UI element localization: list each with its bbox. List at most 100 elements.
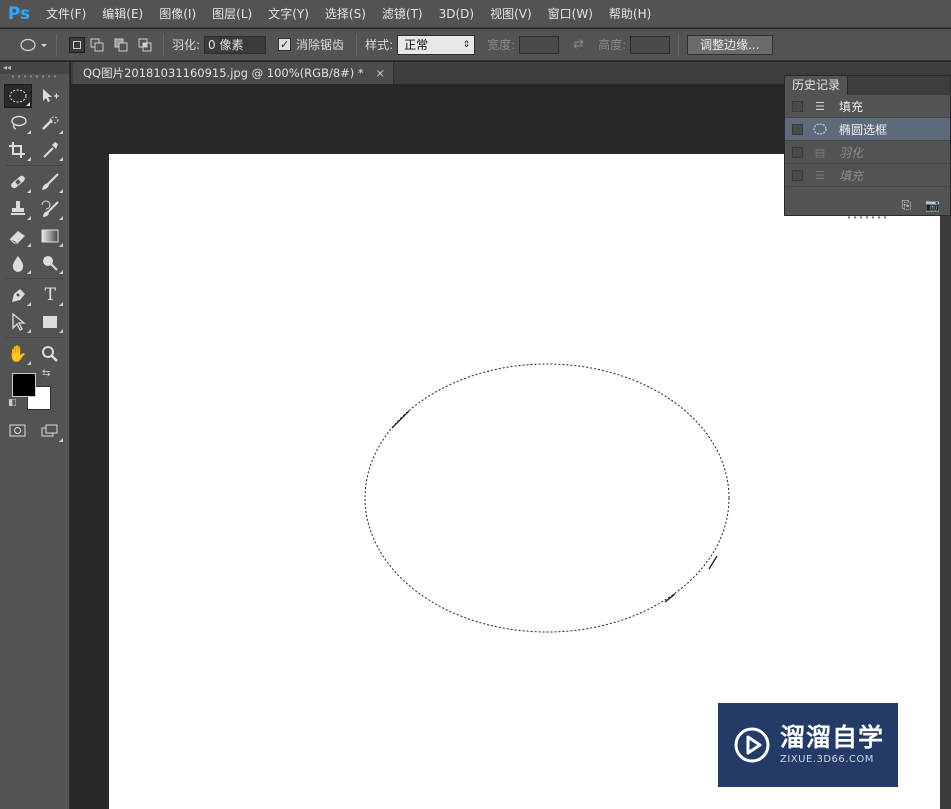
toolbar-divider <box>6 337 63 338</box>
selection-marching-ants-top-left <box>391 410 410 429</box>
new-document-from-state-icon[interactable]: ⎘ <box>901 198 911 213</box>
close-tab-icon[interactable]: × <box>375 66 385 80</box>
swap-colors-icon[interactable]: ⇆ <box>42 368 50 379</box>
move-icon <box>43 88 60 102</box>
selection-marching-ants-bottom-right <box>664 593 676 603</box>
clone-stamp-tool[interactable] <box>4 197 32 221</box>
width-label: 宽度: <box>487 38 516 52</box>
rectangle-tool[interactable] <box>37 310 65 334</box>
menu-layer[interactable]: 图层(L) <box>204 0 260 28</box>
eraser-tool[interactable] <box>4 224 32 248</box>
elliptical-marquee-tool[interactable] <box>4 83 32 108</box>
menu-type[interactable]: 文字(Y) <box>260 0 317 28</box>
history-panel-header: 历史记录 <box>785 76 950 95</box>
anti-alias-checkbox[interactable]: ✓ <box>278 38 292 51</box>
selection-marching-ants-right <box>708 555 718 570</box>
eyedropper-tool[interactable] <box>37 138 65 162</box>
history-step-selected[interactable]: 椭圆选框 <box>785 118 950 141</box>
options-separator <box>678 33 680 56</box>
toolbar-grip[interactable]: ∙∙∙∙∙∙∙∙ <box>0 73 69 82</box>
menu-help[interactable]: 帮助(H) <box>601 0 659 28</box>
tool-preset-picker[interactable] <box>8 35 48 55</box>
history-step-undone[interactable]: ☰ 填充 <box>785 164 950 187</box>
tools-panel: ◂◂ ∙∙∙∙∙∙∙∙ T ✋ ⇆ ◧ <box>0 62 70 809</box>
type-tool[interactable]: T <box>37 283 65 307</box>
history-step-label: 椭圆选框 <box>839 122 888 137</box>
crop-icon <box>8 141 25 158</box>
history-snapshot-checkbox[interactable] <box>792 100 803 112</box>
style-select[interactable]: 正常 ⇕ <box>397 34 476 55</box>
blur-tool[interactable] <box>4 251 32 275</box>
color-swatches: ⇆ ◧ <box>0 367 69 415</box>
options-separator <box>163 33 164 56</box>
brush-tool[interactable] <box>37 170 65 194</box>
history-panel: 历史记录 ☰ 填充 椭圆选框 ▤ 羽化 ☰ 填充 ⎘ 📷 ∙∙∙∙∙∙∙ <box>784 75 951 222</box>
gradient-tool[interactable] <box>37 224 65 248</box>
quick-selection-tool[interactable] <box>37 111 65 135</box>
document-tab-title: QQ图片20181031160915.jpg @ 100%(RGB/8#) * <box>83 66 364 80</box>
quick-mask-icon <box>9 424 26 436</box>
add-to-selection-icon[interactable] <box>89 37 107 53</box>
magnifier-icon <box>42 345 59 362</box>
hand-tool[interactable]: ✋ <box>4 342 32 366</box>
quick-mask-button[interactable] <box>4 419 32 443</box>
eyedropper-icon <box>43 141 59 158</box>
history-step-undone[interactable]: ▤ 羽化 <box>785 141 950 164</box>
lasso-tool[interactable] <box>4 111 32 135</box>
history-snapshot-checkbox[interactable] <box>792 169 803 181</box>
history-step-label: 羽化 <box>839 145 864 160</box>
history-panel-tab[interactable]: 历史记录 <box>785 76 849 95</box>
history-panel-resize-grip[interactable]: ∙∙∙∙∙∙∙ <box>785 214 950 222</box>
history-brush-icon <box>41 200 59 217</box>
pen-tool[interactable] <box>4 283 32 307</box>
type-t-icon: T <box>44 284 56 305</box>
default-colors-icon[interactable]: ◧ <box>8 398 17 408</box>
photoshop-logo: Ps <box>7 3 31 24</box>
crop-tool[interactable] <box>4 138 32 162</box>
menu-select[interactable]: 选择(S) <box>317 0 374 28</box>
menu-file[interactable]: 文件(F) <box>38 0 94 28</box>
dodge-icon <box>43 255 58 271</box>
screen-mode-icon <box>41 424 58 436</box>
history-step-label: 填充 <box>839 99 864 114</box>
foreground-color-swatch[interactable] <box>12 373 36 397</box>
play-circle-logo-icon <box>734 727 770 763</box>
ellipse-step-icon <box>813 123 827 135</box>
canvas-right-gutter <box>940 154 951 809</box>
new-selection-button[interactable] <box>69 36 85 53</box>
spot-healing-brush-tool[interactable] <box>4 170 32 194</box>
path-selection-tool[interactable] <box>4 310 32 334</box>
screen-mode-button[interactable] <box>37 419 65 443</box>
path-selection-arrow-icon <box>12 312 26 331</box>
elliptical-selection-marquee[interactable] <box>364 363 730 633</box>
menu-3d[interactable]: 3D(D) <box>431 0 482 28</box>
history-step[interactable]: ☰ 填充 <box>785 95 950 118</box>
intersect-selection-icon[interactable] <box>137 37 155 53</box>
height-input[interactable] <box>630 35 671 54</box>
dodge-tool[interactable] <box>37 251 65 275</box>
menu-image[interactable]: 图像(I) <box>151 0 204 28</box>
select-arrows-icon: ⇕ <box>462 39 471 50</box>
refine-edge-button[interactable]: 调整边缘... <box>687 34 773 55</box>
feather-input[interactable]: 0 像素 <box>204 35 267 54</box>
swap-width-height-icon[interactable]: ⇄ <box>573 37 584 52</box>
document-tab[interactable]: QQ图片20181031160915.jpg @ 100%(RGB/8#) * … <box>73 62 394 84</box>
pen-icon <box>11 288 25 302</box>
new-snapshot-camera-icon[interactable]: 📷 <box>925 198 940 212</box>
hand-icon: ✋ <box>7 344 28 363</box>
menu-window[interactable]: 窗口(W) <box>540 0 601 28</box>
move-tool[interactable] <box>37 84 64 108</box>
style-select-value: 正常 <box>404 37 429 52</box>
fill-step-icon: ☰ <box>815 99 825 113</box>
menu-edit[interactable]: 编辑(E) <box>94 0 151 28</box>
menu-view[interactable]: 视图(V) <box>482 0 540 28</box>
subtract-from-selection-icon[interactable] <box>113 37 131 53</box>
width-input[interactable] <box>519 35 560 54</box>
history-snapshot-checkbox[interactable] <box>792 123 803 135</box>
history-snapshot-checkbox[interactable] <box>792 146 803 158</box>
menu-bar: Ps 文件(F) 编辑(E) 图像(I) 图层(L) 文字(Y) 选择(S) 滤… <box>0 0 951 28</box>
zoom-tool[interactable] <box>37 342 65 366</box>
stamp-icon <box>10 200 25 215</box>
history-brush-tool[interactable] <box>37 197 65 221</box>
menu-filter[interactable]: 滤镜(T) <box>374 0 431 28</box>
